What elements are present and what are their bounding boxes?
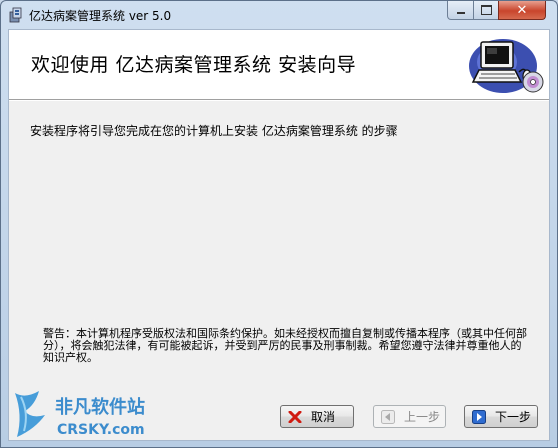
window-title: 亿达病案管理系统 ver 5.0 [29,9,172,23]
close-icon: ✕ [516,2,528,18]
wizard-header: 欢迎使用 亿达病案管理系统 安装向导 [9,30,549,100]
arrow-left-icon [380,409,396,424]
cancel-button[interactable]: 取消 [280,405,354,428]
wizard-heading: 欢迎使用 亿达病案管理系统 安装向导 [31,54,357,76]
maximize-icon [480,5,492,15]
header-divider [9,100,549,101]
installer-app-icon [9,7,22,23]
next-button[interactable]: 下一步 [464,405,538,428]
intro-text: 安装程序将引导您完成在您的计算机上安装 亿达病案管理系统 的步骤 [30,124,398,138]
wizard-client-area: 欢迎使用 亿达病案管理系统 安装向导 安装程序将引导您完成在您的计算机上安装 亿… [8,29,550,441]
copyright-warning: 警告：本计算机程序受版权法和国际条约保护。如未经授权而擅自复制或传播本程序（或其… [43,327,527,364]
maximize-button[interactable] [473,1,499,20]
title-bar[interactable]: 亿达病案管理系统 ver 5.0 ✕ [1,1,557,29]
cancel-label: 取消 [311,410,336,424]
minimize-button[interactable] [447,1,474,20]
computer-cd-icon [469,39,544,93]
watermark-line2: CRSKY.com [57,422,145,438]
close-button[interactable]: ✕ [498,1,546,20]
watermark-line1: 非凡软件站 [55,396,145,418]
arrow-right-icon [471,409,487,424]
cancel-x-icon [287,410,303,424]
installer-window: 亿达病案管理系统 ver 5.0 ✕ 欢迎使用 亿达病案管理系统 安装向导 安装… [0,0,558,448]
next-label: 下一步 [495,410,532,424]
back-label: 上一步 [404,410,441,424]
site-watermark-logo: 非凡软件站 CRSKY.com [15,391,145,438]
back-button[interactable]: 上一步 [373,405,446,428]
minimize-icon [456,12,465,14]
